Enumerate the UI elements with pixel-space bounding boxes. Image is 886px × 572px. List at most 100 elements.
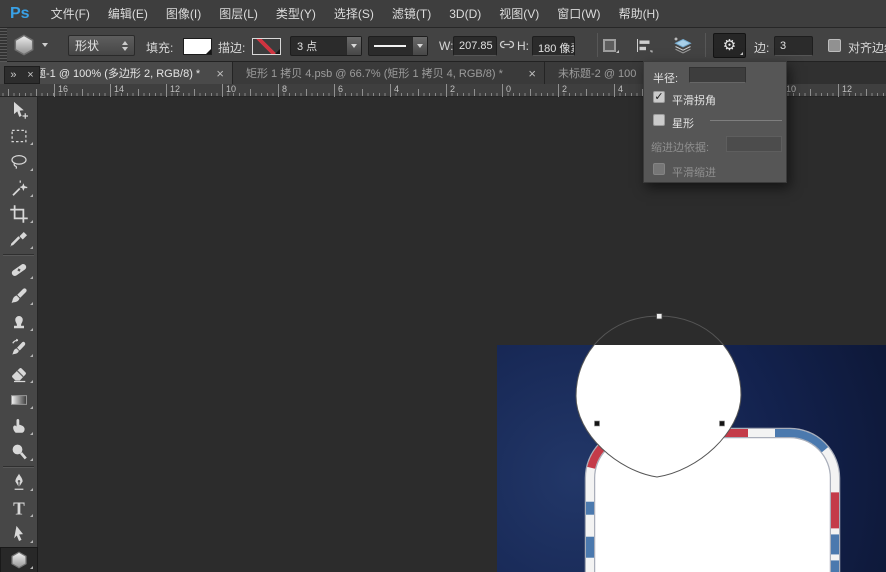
smooth-corners-label: 平滑拐角 xyxy=(672,95,716,107)
type-tool[interactable]: T xyxy=(0,495,38,521)
fill-color-swatch[interactable] xyxy=(183,38,212,55)
rectangular-marquee-icon xyxy=(11,129,27,143)
path-operations-button[interactable] xyxy=(603,39,619,53)
gradient-icon xyxy=(11,395,27,405)
document-tab[interactable]: 矩形 1 拷贝 4.psb @ 66.7% (矩形 1 拷贝 4, RGB/8)… xyxy=(233,62,545,84)
ruler-label: 2 xyxy=(558,84,567,97)
width-label: W: xyxy=(439,39,454,53)
stroke-style-combo[interactable] xyxy=(368,36,428,56)
mode-select-arrows xyxy=(122,40,128,51)
lasso-tool[interactable] xyxy=(0,149,38,175)
tool-preset-button[interactable] xyxy=(12,33,62,57)
menu-item-文件[interactable]: 文件(F) xyxy=(42,0,99,27)
brush-icon xyxy=(11,288,27,304)
tool-flyout-indicator xyxy=(30,514,33,517)
tool-flyout-indicator xyxy=(30,168,33,171)
tab-close-icon[interactable]: × xyxy=(216,67,224,80)
path-alignment-button[interactable] xyxy=(635,38,653,53)
menu-item-选择[interactable]: 选择(S) xyxy=(325,0,383,27)
menu-item-视图[interactable]: 视图(V) xyxy=(490,0,548,27)
spot-healing-brush-icon xyxy=(11,264,27,276)
move-icon xyxy=(14,101,28,119)
smooth-indent-checkbox[interactable] xyxy=(653,163,665,175)
ruler-label: 4 xyxy=(390,84,399,97)
star-label: 星形 xyxy=(672,118,694,130)
tools-panel: T xyxy=(0,97,38,572)
preset-dropdown-arrow xyxy=(42,43,48,47)
tool-group-separator xyxy=(3,254,34,256)
fill-label: 填充: xyxy=(146,41,174,55)
history-brush-icon xyxy=(12,338,26,355)
anchor-point-top xyxy=(656,313,663,320)
link-dimensions-icon[interactable] xyxy=(499,39,515,51)
stroke-width-value: 3 点 xyxy=(297,41,318,53)
align-edges-checkbox[interactable] xyxy=(828,39,841,52)
crop-icon xyxy=(10,205,28,223)
ruler-label: 2 xyxy=(446,84,455,97)
close-icon[interactable]: × xyxy=(27,69,33,81)
ruler-label: 16 xyxy=(54,84,68,97)
path-selection-tool[interactable] xyxy=(0,521,38,547)
polygon-shape-icon xyxy=(11,551,27,569)
move-tool[interactable] xyxy=(0,97,38,123)
ruler-label: 8 xyxy=(278,84,287,97)
menu-item-图像[interactable]: 图像(I) xyxy=(157,0,210,27)
tool-flyout-indicator xyxy=(30,432,33,435)
swatch-corner xyxy=(206,49,211,54)
star-checkbox[interactable] xyxy=(653,114,665,126)
height-label: H: xyxy=(517,39,529,53)
shape-height-input[interactable]: 180 像素 xyxy=(532,36,575,56)
menu-item-图层[interactable]: 图层(L) xyxy=(210,0,267,27)
rectangular-marquee-tool[interactable] xyxy=(0,123,38,149)
tab-close-icon[interactable]: × xyxy=(528,67,536,80)
menu-item-帮助[interactable]: 帮助(H) xyxy=(610,0,669,27)
tool-flyout-indicator xyxy=(30,246,33,249)
docked-window-chip[interactable]: » × xyxy=(4,66,40,84)
menu-item-3D[interactable]: 3D(D) xyxy=(440,0,490,27)
polygon-shape-tool[interactable] xyxy=(0,547,38,572)
magic-wand-tool[interactable] xyxy=(0,175,38,201)
tool-flyout-indicator xyxy=(30,276,33,279)
smudge-tool[interactable] xyxy=(0,413,38,439)
gradient-tool[interactable] xyxy=(0,387,38,413)
menu-item-窗口[interactable]: 窗口(W) xyxy=(548,0,609,27)
stroke-width-dropdown-arrow[interactable] xyxy=(346,37,361,55)
stroke-color-swatch[interactable] xyxy=(252,38,281,55)
canvas-document[interactable] xyxy=(497,345,886,572)
separator xyxy=(705,33,706,57)
stroke-width-combo[interactable]: 3 点 xyxy=(290,36,362,56)
menu-item-编辑[interactable]: 编辑(E) xyxy=(99,0,157,27)
spot-healing-brush-tool[interactable] xyxy=(0,257,38,283)
collapse-icon[interactable]: » xyxy=(10,69,16,81)
path-arrangement-button[interactable] xyxy=(670,36,694,55)
smudge-icon xyxy=(13,419,25,433)
radius-input[interactable] xyxy=(689,67,746,83)
crop-tool[interactable] xyxy=(0,201,38,227)
smooth-corners-checkbox[interactable]: ✓ xyxy=(653,91,665,103)
sides-input[interactable]: 3 xyxy=(774,36,813,56)
indent-label: 缩进边依据: xyxy=(651,142,710,154)
gear-settings-button[interactable]: ⚙ xyxy=(713,33,746,58)
tool-mode-select[interactable]: 形状 xyxy=(68,35,135,56)
history-brush-tool[interactable] xyxy=(0,335,38,361)
clone-stamp-tool[interactable] xyxy=(0,309,38,335)
tab-title: 未标题-1 @ 100% (多边形 2, RGB/8) * xyxy=(13,68,201,80)
options-grip-handle[interactable] xyxy=(0,28,7,62)
radius-label: 半径: xyxy=(653,73,679,85)
tool-flyout-indicator xyxy=(30,194,33,197)
brush-tool[interactable] xyxy=(0,283,38,309)
stroke-style-dropdown-arrow[interactable] xyxy=(412,37,427,55)
indent-input[interactable] xyxy=(726,136,782,152)
menu-item-滤镜[interactable]: 滤镜(T) xyxy=(383,0,440,27)
tool-flyout-indicator xyxy=(30,302,33,305)
shape-width-input[interactable]: 207.85 xyxy=(453,36,497,56)
tool-flyout-indicator xyxy=(30,380,33,383)
eyedropper-tool[interactable] xyxy=(0,227,38,253)
swatch-corner xyxy=(275,49,280,54)
menu-item-类型[interactable]: 类型(Y) xyxy=(267,0,325,27)
dodge-tool[interactable] xyxy=(0,439,38,465)
magic-wand-icon xyxy=(12,180,28,196)
tool-flyout-indicator xyxy=(30,458,33,461)
pen-tool[interactable] xyxy=(0,469,38,495)
eraser-tool[interactable] xyxy=(0,361,38,387)
